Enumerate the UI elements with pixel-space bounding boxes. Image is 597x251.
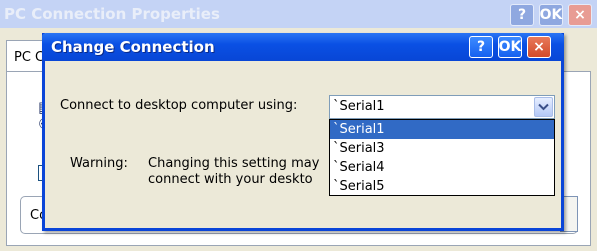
dropdown-option-label: `Serial5 (333, 179, 385, 194)
dropdown-option[interactable]: `Serial3 (330, 139, 554, 158)
dropdown-option-label: `Serial3 (333, 141, 385, 156)
combo-selected-value: `Serial1 (333, 99, 385, 114)
background-tab-label: PC C (14, 50, 45, 65)
background-window-title: PC Connection Properties (4, 5, 220, 23)
dropdown-option-label: `Serial1 (333, 122, 385, 137)
dialog-help-button[interactable]: ? (469, 36, 493, 58)
dialog-close-button[interactable]: × (527, 36, 551, 58)
background-close-button[interactable]: × (568, 4, 592, 26)
warning-text-line-1: Changing this setting may (148, 156, 320, 171)
background-ok-label: OK (539, 7, 563, 23)
screen: PC Connection Properties ? OK × PC C ▤ ⚇… (0, 0, 597, 251)
dialog-close-icon: × (533, 39, 545, 55)
change-connection-dialog: Change Connection ? OK × Connect to desk… (42, 33, 564, 231)
chevron-down-icon (538, 103, 549, 111)
dialog-ok-button[interactable]: OK (498, 36, 522, 58)
dropdown-option[interactable]: `Serial1 (330, 120, 554, 139)
warning-text-line-2: connect with your deskto (148, 172, 313, 187)
connect-label: Connect to desktop computer using: (60, 98, 298, 113)
background-help-label: ? (517, 7, 527, 23)
background-close-icon: × (574, 7, 586, 23)
background-ok-button[interactable]: OK (539, 4, 563, 26)
dropdown-option[interactable]: `Serial5 (330, 177, 554, 196)
connection-dropdown-list[interactable]: `Serial1 `Serial3 `Serial4 `Serial5 (329, 119, 555, 196)
background-help-button[interactable]: ? (510, 4, 534, 26)
combo-dropdown-button[interactable] (534, 97, 553, 117)
dropdown-option-label: `Serial4 (333, 160, 385, 175)
dropdown-option[interactable]: `Serial4 (330, 158, 554, 177)
dialog-help-label: ? (476, 39, 486, 55)
dialog-title: Change Connection (51, 38, 215, 56)
dialog-title-bar[interactable]: Change Connection ? OK × (42, 33, 564, 61)
warning-label: Warning: (70, 156, 128, 171)
dialog-ok-label: OK (498, 39, 522, 55)
connection-combo-box[interactable]: `Serial1 (329, 95, 555, 119)
background-title-bar: PC Connection Properties ? OK × (0, 0, 597, 28)
